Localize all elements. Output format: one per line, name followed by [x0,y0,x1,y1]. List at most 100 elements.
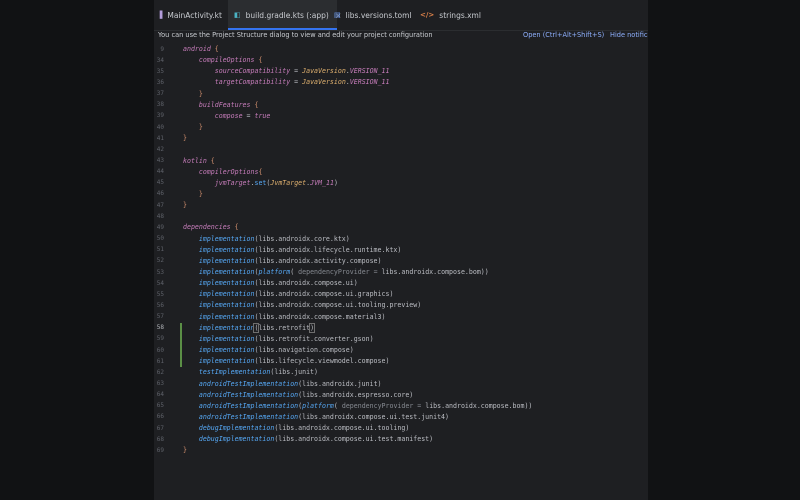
line-number: 53 [156,268,164,276]
code-line[interactable]: } [183,189,203,200]
code-line[interactable]: dependencies { [183,222,239,233]
code-line[interactable]: targetCompatibility = JavaVersion.VERSIO… [183,77,390,88]
code-token: debugImplementation [198,435,275,444]
vcs-change-marker[interactable] [180,333,182,345]
code-line[interactable]: compose = true [183,111,271,122]
code-token: platform [302,401,334,410]
code-line[interactable]: jvmTarget.set(JvmTarget.JVM_11) [183,178,338,189]
code-line[interactable]: implementation(libs.androidx.activity.co… [183,256,382,267]
code-token: implementation [198,346,255,355]
ide-window: ▐ MainActivity.kt ◧ build.gradle.kts (:a… [154,0,648,500]
code-line[interactable]: androidTestImplementation(platform( depe… [183,401,533,412]
code-line[interactable]: buildFeatures { [183,100,259,111]
code-line[interactable]: debugImplementation(libs.androidx.compos… [183,434,433,445]
code-token: sourceCompatibility [214,67,291,76]
code-line[interactable]: implementation(libs.lifecycle.viewmodel.… [183,356,390,367]
line-number: 67 [156,424,164,432]
vcs-change-marker[interactable] [180,345,182,357]
code-line[interactable]: implementation(libs.androidx.compose.ui.… [183,300,421,311]
code-token: testImplementation [198,368,271,377]
code-token: implementation [198,312,255,321]
tab-label: strings.xml [439,10,481,20]
line-number: 45 [156,179,164,187]
code-editor[interactable]: 9 34 35 36 37 38 39 40 41 42 43 44 45 46 47 48 49 50 51 52 5… [154,43,648,500]
code-token: libs.androidx.compose.bom)) [425,401,533,410]
code-token: ) [333,178,338,187]
code-line[interactable]: } [183,445,187,456]
code-line[interactable]: implementation(libs.navigation.compose) [183,345,354,356]
code-line[interactable]: implementation(libs.retrofit.converter.g… [183,334,374,345]
code-token: (libs.lifecycle.viewmodel.compose) [254,357,390,366]
code-token: implementation [198,279,255,288]
code-line[interactable]: } [183,122,203,133]
tab-libs-versions[interactable]: ▤ libs.versions.toml [334,0,424,30]
code-token: compose [214,111,243,120]
code-token: (libs.retrofit.converter.gson) [254,334,374,343]
code-token: (libs.androidx.compose.ui.tooling) [274,424,410,433]
code-token: implementation [198,245,255,254]
code-line[interactable]: implementation(libs.androidx.compose.mat… [183,312,386,323]
code-token: implementation [198,256,255,265]
code-line[interactable]: implementation(libs.androidx.compose.ui.… [183,289,394,300]
tab-strings-xml[interactable]: </> strings.xml [420,0,500,30]
line-number: 40 [156,123,164,131]
code-token: = [290,67,303,76]
line-number: 51 [156,246,164,254]
line-number: 43 [156,157,164,164]
code-line[interactable]: compilerOptions{ [183,167,263,178]
code-token: kotlin [183,156,207,165]
code-line[interactable]: } [183,133,187,144]
line-number: 46 [156,190,164,198]
code-line[interactable]: android { [183,44,219,55]
code-token: (libs.androidx.compose.ui) [254,279,358,288]
line-number: 57 [156,313,164,321]
line-number: 64 [156,391,164,399]
code-token: set [254,178,267,187]
line-number: 39 [156,112,164,120]
code-token: androidTestImplementation [198,412,299,421]
code-line[interactable]: sourceCompatibility = JavaVersion.VERSIO… [183,66,390,77]
code-line[interactable]: implementation(libs.androidx.compose.ui) [183,278,358,289]
line-number: 56 [156,301,164,309]
code-token: platform [258,268,291,276]
tab-build-gradle[interactable]: ◧ build.gradle.kts (:app) × [228,0,342,30]
code-line[interactable]: debugImplementation(libs.androidx.compos… [183,423,409,434]
code-token: JVM_11 [310,178,334,187]
code-line[interactable]: kotlin { [183,156,215,167]
vcs-change-marker[interactable] [180,356,182,368]
code-token: compileOptions [198,56,255,65]
code-line[interactable]: androidTestImplementation(libs.androidx.… [183,412,449,423]
tab-main-activity[interactable]: ▐ MainActivity.kt [156,0,227,30]
code-token: JavaVersion [302,67,346,76]
code-line[interactable]: testImplementation(libs.junit) [183,367,318,378]
code-line[interactable]: implementation(libs.androidx.lifecycle.r… [183,245,401,256]
code-line[interactable]: } [183,200,187,211]
vcs-change-marker[interactable] [180,322,182,334]
code-line[interactable]: androidTestImplementation(libs.androidx.… [183,379,382,390]
code-line[interactable]: implementation(libs.androidx.core.ktx) [183,234,350,245]
line-number: 48 [156,212,164,220]
code-line[interactable]: androidTestImplementation(libs.androidx.… [183,390,413,401]
code-line[interactable]: compileOptions { [183,55,263,66]
code-line[interactable]: implementation(platform( dependencyProvi… [183,267,489,278]
hide-notification-link[interactable]: Hide notifica [610,30,648,41]
code-token: ) [309,322,316,333]
code-line[interactable]: implementation(libs.retrofit) [183,322,316,334]
open-project-structure-link[interactable]: Open (Ctrl+Alt+Shift+S) [523,30,604,41]
code-token: } [183,134,187,143]
code-line[interactable]: } [183,89,203,100]
code-token: } [198,89,203,98]
